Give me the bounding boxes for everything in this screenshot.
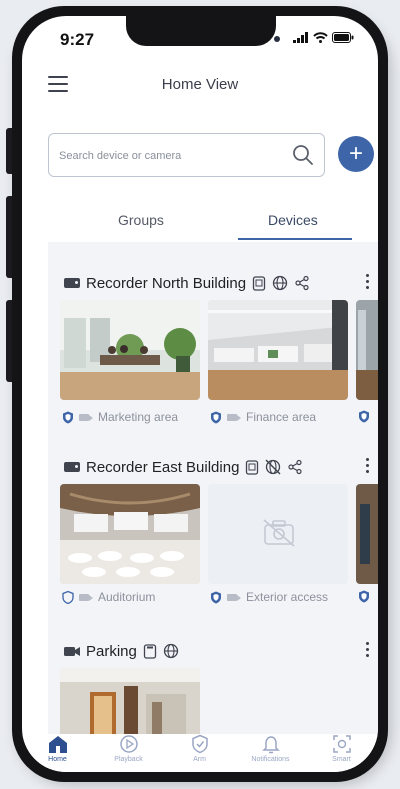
recorder-icon xyxy=(64,278,80,288)
storage-icon xyxy=(143,643,157,659)
camera-thumbnail[interactable] xyxy=(60,668,200,742)
share-icon[interactable] xyxy=(287,459,303,475)
camera-name: Exterior access xyxy=(246,590,329,604)
camera-name: Marketing area xyxy=(98,410,179,424)
device-title: Recorder East Building xyxy=(86,458,240,476)
camera-thumbnail-offline[interactable] xyxy=(208,484,348,584)
office-image xyxy=(356,300,378,400)
interior-image xyxy=(356,484,378,584)
nav-label: Home xyxy=(48,756,67,763)
nav-label: Smart xyxy=(332,756,351,763)
camera-thumbnail[interactable] xyxy=(60,484,200,584)
nav-label: Notifications xyxy=(251,756,290,763)
camera-icon xyxy=(227,413,241,421)
globe-icon xyxy=(272,275,288,291)
wifi-icon xyxy=(313,32,328,43)
camera-label[interactable]: Finance area xyxy=(210,410,316,424)
camera-icon xyxy=(64,646,80,656)
bottom-nav: Home Playback Arm Notifications Smart xyxy=(22,734,378,772)
globe-offline-icon xyxy=(265,459,281,475)
camera-thumbnail[interactable] xyxy=(356,300,378,400)
camera-label[interactable] xyxy=(358,590,370,603)
app-screen: 9:27 Home View + Groups Devices Recorder… xyxy=(22,16,378,772)
office-image xyxy=(60,300,200,400)
storage-icon xyxy=(252,275,266,291)
camera-name: Auditorium xyxy=(98,590,156,604)
add-device-button[interactable]: + xyxy=(338,136,374,172)
camera-icon xyxy=(227,593,241,601)
notch xyxy=(126,16,280,46)
auditorium-image xyxy=(60,484,200,584)
camera-thumbnail[interactable] xyxy=(60,300,200,400)
camera-thumbnail[interactable] xyxy=(208,300,348,400)
camera-label[interactable]: Exterior access xyxy=(210,590,328,604)
plus-icon: + xyxy=(348,140,363,167)
office-image xyxy=(208,300,348,400)
nav-label: Arm xyxy=(193,756,206,763)
shield-outline-icon xyxy=(62,590,74,604)
device-card: Recorder East Building Auditorium Exteri… xyxy=(48,456,378,616)
scan-icon xyxy=(332,735,351,753)
more-options-icon[interactable] xyxy=(366,274,370,289)
device-header[interactable]: Recorder North Building xyxy=(64,272,310,294)
recorder-icon xyxy=(64,462,80,472)
search-box[interactable] xyxy=(48,133,325,178)
bell-icon xyxy=(261,736,280,754)
more-options-icon[interactable] xyxy=(366,458,370,473)
shield-icon xyxy=(191,734,208,754)
front-camera xyxy=(274,36,280,42)
tab-groups[interactable]: Groups xyxy=(118,212,164,228)
camera-thumbnail[interactable] xyxy=(356,484,378,584)
active-tab-indicator xyxy=(238,238,352,240)
more-options-icon[interactable] xyxy=(366,642,370,657)
nav-home[interactable]: Home xyxy=(22,734,93,772)
shield-icon xyxy=(359,410,369,423)
status-icons xyxy=(293,32,354,43)
nav-label: Playback xyxy=(114,756,143,763)
nav-arm[interactable]: Arm xyxy=(164,734,235,772)
nav-notifications[interactable]: Notifications xyxy=(235,734,306,772)
playback-icon xyxy=(119,735,138,753)
shield-icon xyxy=(211,591,221,603)
device-list[interactable]: Recorder North Building Marketing area F… xyxy=(48,242,378,742)
lobby-image xyxy=(60,668,200,742)
search-icon[interactable] xyxy=(292,144,314,166)
page-title: Home View xyxy=(161,76,239,93)
globe-icon xyxy=(163,643,179,659)
shield-icon xyxy=(211,411,221,423)
battery-icon xyxy=(332,32,354,43)
nav-playback[interactable]: Playback xyxy=(93,734,164,772)
shield-icon xyxy=(63,411,73,423)
device-header[interactable]: Recorder East Building xyxy=(64,456,303,478)
home-icon xyxy=(48,736,67,753)
camera-label[interactable]: Auditorium xyxy=(62,590,155,604)
tab-devices[interactable]: Devices xyxy=(268,212,318,228)
device-title: Parking xyxy=(86,642,137,660)
storage-icon xyxy=(246,459,259,475)
camera-name: Finance area xyxy=(246,410,317,424)
camera-label[interactable] xyxy=(358,410,370,423)
device-card: Parking xyxy=(48,640,378,742)
device-header[interactable]: Parking xyxy=(64,640,179,662)
status-time: 9:27 xyxy=(60,30,95,49)
shield-icon xyxy=(359,590,369,603)
device-title: Recorder North Building xyxy=(86,274,247,292)
search-input[interactable] xyxy=(57,134,291,178)
phone-frame: 9:27 Home View + Groups Devices Recorder… xyxy=(12,6,388,782)
nav-smart[interactable]: Smart xyxy=(306,734,377,772)
camera-label[interactable]: Marketing area xyxy=(62,410,178,424)
camera-icon xyxy=(79,593,93,601)
camera-offline-icon xyxy=(263,519,295,547)
share-icon[interactable] xyxy=(294,275,310,291)
camera-icon xyxy=(79,413,93,421)
signal-icon xyxy=(293,32,308,43)
device-card: Recorder North Building Marketing area F… xyxy=(48,272,378,432)
